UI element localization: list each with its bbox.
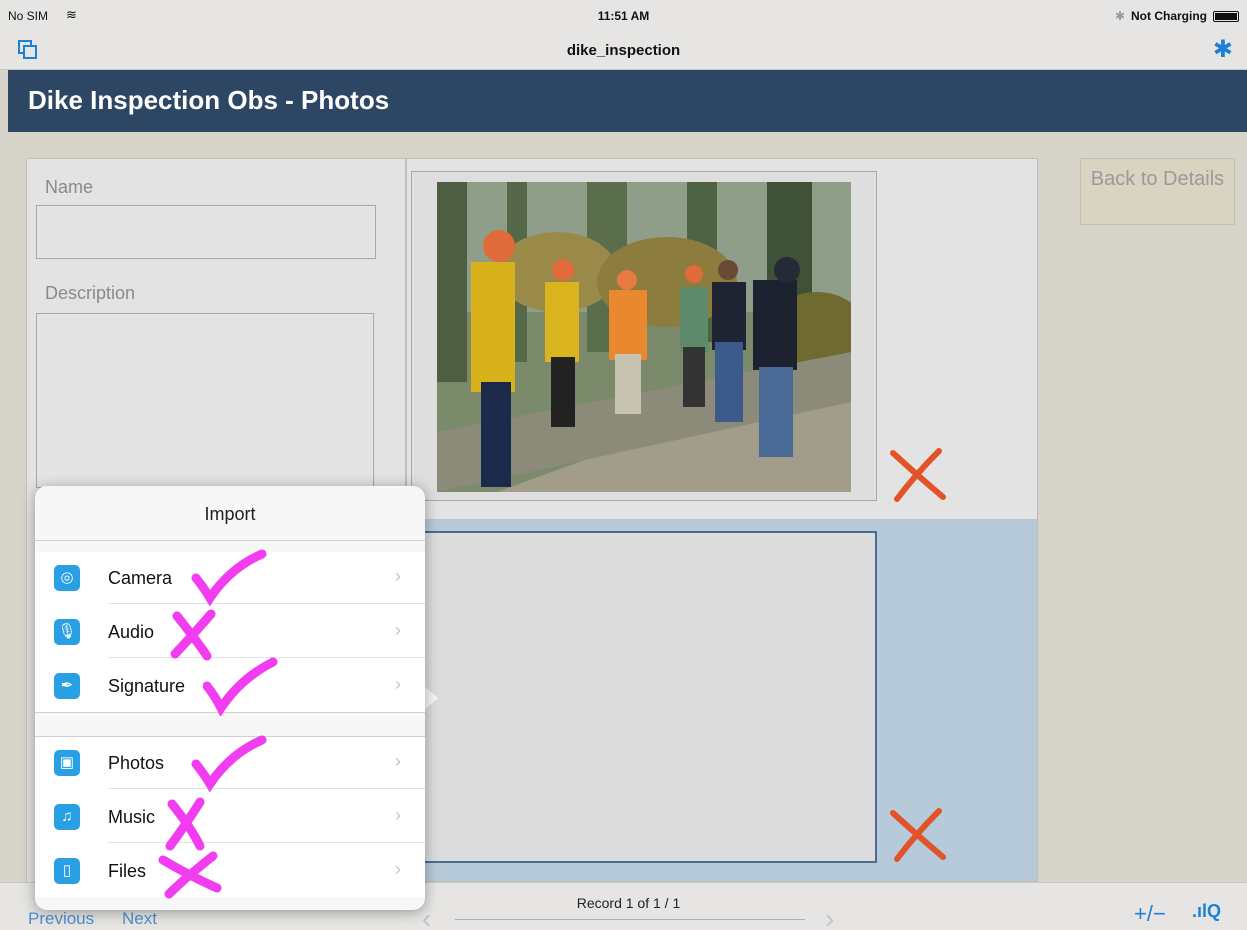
- chevron-right-icon: ›: [395, 566, 401, 586]
- menu-item-label: Music: [108, 807, 156, 827]
- file-icon: ▯: [54, 858, 80, 884]
- add-remove-record-icon[interactable]: +/−: [1134, 901, 1166, 927]
- camera-icon: ◎: [54, 565, 80, 591]
- popover-arrow: [424, 686, 438, 710]
- description-label: Description: [45, 283, 136, 303]
- previous-button[interactable]: Previous: [28, 909, 94, 929]
- import-popover: Import ◎ Camera › 🎙 Audio › ✒ Signature …: [35, 486, 425, 910]
- right-panel: Back to Details: [1060, 132, 1247, 882]
- photo-container[interactable]: [411, 171, 877, 501]
- pen-icon: ✒: [54, 673, 80, 699]
- check-annotation-icon: [191, 549, 267, 607]
- photos-icon: ▣: [54, 750, 80, 776]
- chevron-left-icon[interactable]: ‹: [422, 903, 431, 930]
- chevron-right-icon: ›: [395, 859, 401, 879]
- music-note-icon: ♫: [54, 804, 80, 830]
- chevron-right-icon[interactable]: ›: [825, 903, 834, 930]
- battery-label: Not Charging: [1131, 9, 1207, 23]
- cross-annotation-icon: [165, 797, 205, 851]
- menu-item-label: Camera: [108, 568, 173, 588]
- microphone-icon: 🎙: [54, 619, 80, 645]
- delete-photo-icon[interactable]: [887, 805, 947, 865]
- layout-header: Dike Inspection Obs - Photos: [8, 70, 1247, 132]
- gear-icon[interactable]: ✱: [1213, 38, 1233, 62]
- menu-item-label: Signature: [108, 676, 186, 696]
- portal-row-selected[interactable]: [407, 519, 1037, 881]
- check-annotation-icon: [191, 735, 267, 793]
- inspection-photo: [437, 182, 851, 492]
- menu-item-label: Audio: [108, 622, 155, 642]
- sort-find-icon[interactable]: .ılQ: [1192, 901, 1221, 922]
- document-title: dike_inspection: [566, 42, 681, 59]
- page-title: Dike Inspection Obs - Photos: [28, 85, 390, 115]
- check-annotation-icon: [203, 657, 278, 716]
- bluetooth-icon: ✱: [1114, 9, 1125, 23]
- chevron-right-icon: ›: [395, 751, 401, 771]
- record-slider[interactable]: [455, 919, 805, 920]
- chevron-right-icon: ›: [395, 620, 401, 640]
- name-field[interactable]: [36, 205, 376, 259]
- battery-icon: [1213, 10, 1239, 22]
- delete-photo-icon[interactable]: [887, 445, 947, 505]
- top-toolbar: dike_inspection ✱: [0, 32, 1247, 70]
- portal-row[interactable]: [407, 159, 1037, 519]
- popover-title: Import: [204, 504, 256, 524]
- menu-item-label: Files: [108, 861, 147, 881]
- back-to-details-button[interactable]: Back to Details: [1080, 158, 1235, 225]
- next-button[interactable]: Next: [122, 909, 157, 929]
- name-label: Name: [45, 177, 94, 197]
- chevron-right-icon: ›: [395, 674, 401, 694]
- battery-status: ✱ Not Charging: [1115, 9, 1239, 23]
- cross-annotation-icon: [158, 851, 222, 899]
- divider: [35, 540, 425, 541]
- empty-photo-container[interactable]: [411, 531, 877, 863]
- description-field[interactable]: [36, 313, 374, 488]
- status-time: 11:51 AM: [597, 9, 650, 23]
- chevron-right-icon: ›: [395, 805, 401, 825]
- status-bar: No SIM ≋ 11:51 AM ✱ Not Charging: [0, 0, 1247, 32]
- menu-item-label: Photos: [108, 753, 165, 773]
- photos-portal: [406, 158, 1038, 882]
